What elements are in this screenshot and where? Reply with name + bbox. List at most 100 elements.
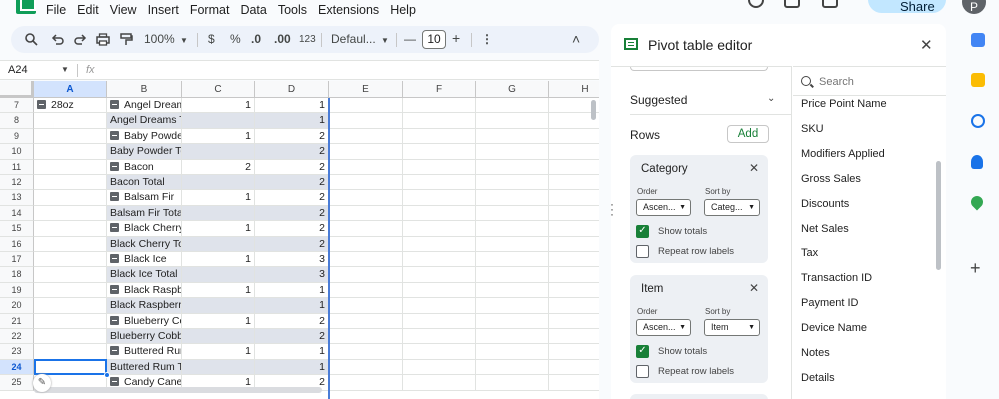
field-list-item[interactable]: Notes	[801, 347, 830, 359]
cell-g[interactable]	[476, 236, 549, 252]
show-totals-checkbox[interactable]: ✓	[636, 345, 649, 358]
cell-d[interactable]: 1	[255, 359, 329, 376]
cell-e[interactable]	[329, 252, 403, 268]
calendar-icon[interactable]	[971, 33, 985, 47]
cell-c[interactable]: 1	[182, 313, 255, 329]
cell-c[interactable]: 1	[182, 128, 255, 145]
field-list-item[interactable]: Payment ID	[801, 297, 858, 309]
cell-f[interactable]	[403, 298, 476, 314]
history-icon[interactable]	[748, 0, 764, 8]
cell-h[interactable]	[549, 283, 599, 299]
cell-c[interactable]	[182, 205, 255, 222]
menu-tools[interactable]: Tools	[278, 3, 307, 17]
font-size-increase-button[interactable]: +	[452, 31, 460, 45]
font-chevron-icon[interactable]: ▼	[381, 34, 389, 48]
menu-data[interactable]: Data	[240, 3, 266, 17]
cell-a[interactable]	[34, 267, 107, 283]
cell-f[interactable]	[403, 359, 476, 376]
cell-b[interactable]: Balsam Fir	[107, 190, 182, 206]
sheets-logo-icon[interactable]	[16, 0, 36, 14]
collapse-group-icon[interactable]	[110, 315, 119, 325]
cell-a[interactable]: 28oz	[34, 98, 107, 114]
redo-icon[interactable]	[74, 33, 87, 46]
source-range-field[interactable]	[630, 67, 768, 71]
cell-h[interactable]	[549, 129, 599, 145]
row-header[interactable]: 15	[0, 221, 34, 237]
font-size-input[interactable]: 10	[422, 30, 446, 49]
row-header[interactable]: 13	[0, 190, 34, 206]
field-list-item[interactable]: Details	[801, 372, 835, 384]
close-icon[interactable]: ✕	[920, 36, 933, 54]
suggested-label[interactable]: Suggested	[630, 93, 687, 107]
cell-d[interactable]: 1	[255, 282, 329, 299]
row-header[interactable]: 10	[0, 144, 34, 160]
cell-g[interactable]	[476, 267, 549, 283]
row-header[interactable]: 18	[0, 267, 34, 283]
cell-b[interactable]: Black Raspbe	[107, 282, 182, 299]
cell-c[interactable]	[182, 267, 255, 283]
cell-d[interactable]: 2	[255, 159, 329, 175]
cell-c[interactable]: 1	[182, 344, 255, 360]
cell-e[interactable]	[329, 128, 403, 145]
cell-h[interactable]	[549, 329, 599, 345]
cell-d[interactable]: 3	[255, 267, 329, 283]
cell-f[interactable]	[403, 252, 476, 268]
cell-e[interactable]	[329, 267, 403, 283]
menu-help[interactable]: Help	[390, 3, 416, 17]
cell-h[interactable]	[549, 144, 599, 160]
row-header[interactable]: 25	[0, 375, 34, 391]
tasks-icon[interactable]	[971, 114, 985, 128]
avatar[interactable]: P	[962, 0, 986, 14]
cell-h[interactable]	[549, 375, 599, 391]
currency-button[interactable]: $	[208, 32, 215, 46]
cell-c[interactable]: 2	[182, 159, 255, 175]
cell-h[interactable]	[549, 314, 599, 329]
cell-g[interactable]	[476, 113, 549, 129]
cell-e[interactable]	[329, 298, 403, 314]
column-header-g[interactable]: G	[476, 81, 549, 98]
keep-icon[interactable]	[971, 73, 985, 87]
print-icon[interactable]	[96, 33, 110, 46]
cell-h[interactable]	[549, 344, 599, 360]
cell-a[interactable]	[34, 329, 107, 345]
percent-button[interactable]: %	[230, 32, 241, 46]
cell-f[interactable]	[403, 98, 476, 114]
more-options-icon[interactable]: ⋮	[481, 32, 493, 46]
field-list-item[interactable]: Tax	[801, 247, 818, 259]
name-box[interactable]: A24	[8, 64, 28, 76]
field-list-item[interactable]: Modifiers Applied	[801, 148, 885, 160]
cell-f[interactable]	[403, 190, 476, 206]
cell-f[interactable]	[403, 128, 476, 145]
cell-f[interactable]	[403, 344, 476, 360]
cell-e[interactable]	[329, 190, 403, 206]
cell-c[interactable]: 1	[182, 252, 255, 268]
cell-d[interactable]: 2	[255, 313, 329, 329]
increase-decimal-button[interactable]: .00	[274, 32, 291, 46]
drag-handle-icon[interactable]: · · ·	[610, 198, 614, 220]
cell-b[interactable]: Angel Dreams	[107, 98, 182, 114]
cell-a[interactable]	[34, 221, 107, 237]
field-list-item[interactable]: Transaction ID	[801, 272, 872, 284]
zoom-select[interactable]: 100%	[144, 32, 175, 46]
row-header[interactable]: 21	[0, 313, 34, 329]
cell-f[interactable]	[403, 236, 476, 252]
column-header-b[interactable]: B	[107, 81, 182, 98]
cell-b[interactable]: Baby Powder	[107, 128, 182, 145]
cell-a[interactable]	[34, 113, 107, 129]
collapse-group-icon[interactable]	[110, 161, 119, 171]
cell-e[interactable]	[329, 113, 403, 129]
cell-e[interactable]	[329, 175, 403, 191]
cell-e[interactable]	[329, 98, 403, 114]
row-header[interactable]: 8	[0, 113, 34, 129]
cell-c[interactable]: 1	[182, 282, 255, 299]
cell-f[interactable]	[403, 329, 476, 345]
row-header[interactable]: 14	[0, 205, 34, 222]
cell-h[interactable]	[549, 175, 599, 191]
cell-h[interactable]	[549, 160, 599, 175]
row-header[interactable]: 20	[0, 298, 34, 314]
cell-g[interactable]	[476, 329, 549, 345]
select-all-corner[interactable]	[0, 81, 34, 98]
cell-c[interactable]	[182, 113, 255, 129]
cell-d[interactable]: 2	[255, 144, 329, 160]
cell-e[interactable]	[329, 205, 403, 222]
